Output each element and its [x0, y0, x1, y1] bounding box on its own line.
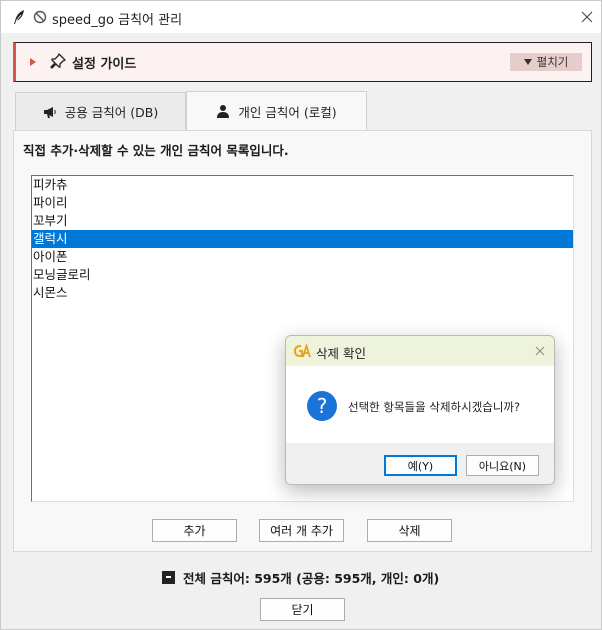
expand-label: 펼치기 — [536, 55, 569, 69]
tab-personal-words[interactable]: 개인 금칙어 (로컬) — [186, 91, 367, 130]
question-icon: ? — [307, 391, 337, 421]
panel-description: 직접 추가·삭제할 수 있는 개인 금칙어 목록입니다. — [23, 143, 289, 158]
tab-label: 개인 금칙어 (로컬) — [238, 104, 337, 120]
guide-title: 설정 가이드 — [72, 57, 137, 72]
package-icon — [162, 570, 175, 584]
list-item-selected[interactable]: 갤럭시 — [32, 230, 573, 248]
main-window: speed_go 금칙어 관리 설정 가이드 펼치기 공용 금칙어 (DB) 개… — [0, 0, 602, 630]
tab-shared-words[interactable]: 공용 금칙어 (DB) — [15, 92, 186, 130]
list-item[interactable]: 피카츄 — [32, 176, 573, 194]
window-close-button[interactable] — [573, 5, 601, 29]
list-item[interactable]: 꼬부기 — [32, 212, 573, 230]
list-item[interactable]: 시몬스 — [32, 284, 573, 302]
add-button[interactable]: 추가 — [152, 519, 237, 542]
add-multiple-button[interactable]: 여러 개 추가 — [259, 519, 344, 542]
close-icon — [535, 346, 545, 356]
close-button[interactable]: 닫기 — [260, 598, 345, 621]
dialog-close-button[interactable] — [531, 342, 549, 360]
app-logo-icon — [293, 343, 311, 358]
person-icon — [217, 105, 230, 118]
svg-text:?: ? — [317, 394, 328, 418]
yes-button[interactable]: 예(Y) — [384, 455, 457, 476]
dialog-title-bar: 삭제 확인 — [286, 336, 554, 366]
close-icon — [581, 11, 593, 23]
no-button[interactable]: 아니요(N) — [466, 455, 539, 476]
setup-guide-panel[interactable]: 설정 가이드 펼치기 — [13, 42, 592, 82]
dialog-title: 삭제 확인 — [316, 346, 366, 361]
expand-button[interactable]: 펼치기 — [510, 53, 582, 71]
dialog-body: ? 선택한 항목들을 삭제하시겠습니까? — [286, 366, 554, 443]
title-bar: speed_go 금칙어 관리 — [1, 1, 601, 33]
list-item[interactable]: 모닝글로리 — [32, 266, 573, 284]
dialog-message: 선택한 항목들을 삭제하시겠습니까? — [348, 400, 521, 414]
feather-icon — [14, 10, 24, 24]
pin-icon — [50, 53, 66, 69]
total-summary: 전체 금칙어: 595개 (공용: 595개, 개인: 0개) — [161, 568, 439, 586]
delete-confirm-dialog: 삭제 확인 ? 선택한 항목들을 삭제하시겠습니까? 예(Y) 아니요(N) — [285, 335, 555, 485]
expand-triangle-icon — [30, 58, 36, 66]
triangle-down-icon — [523, 59, 532, 65]
forbidden-icon — [33, 10, 47, 24]
tab-label: 공용 금칙어 (DB) — [64, 105, 159, 120]
list-item[interactable]: 아이폰 — [32, 248, 573, 266]
summary-text: 전체 금칙어: 595개 (공용: 595개, 개인: 0개) — [183, 570, 440, 586]
list-item[interactable]: 파이리 — [32, 194, 573, 212]
delete-button[interactable]: 삭제 — [367, 519, 452, 542]
dialog-footer: 예(Y) 아니요(N) — [286, 443, 554, 484]
window-title: speed_go 금칙어 관리 — [52, 13, 183, 28]
megaphone-icon — [43, 106, 56, 118]
